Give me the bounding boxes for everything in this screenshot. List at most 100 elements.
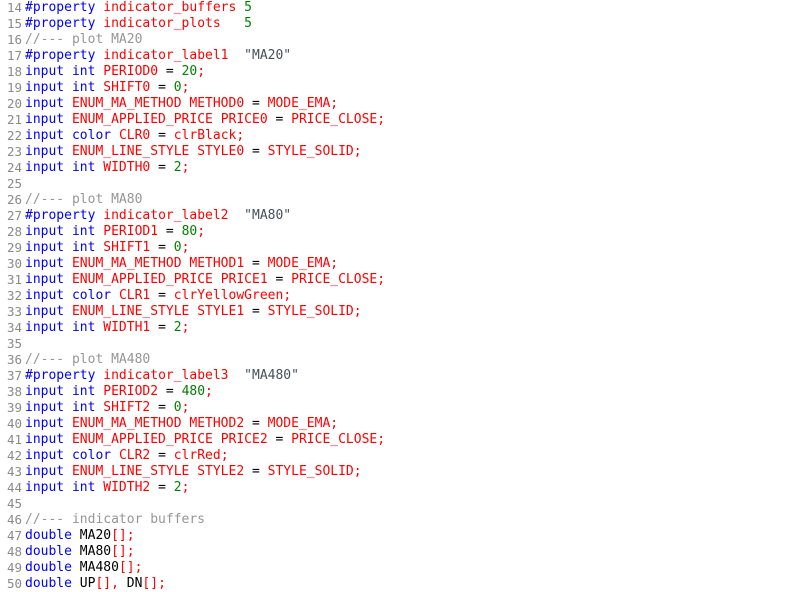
- code-line[interactable]: 31 input ENUM_APPLIED_PRICE PRICE1 = PRIC…: [0, 272, 800, 288]
- token-cmt: //--- plot MA80: [25, 192, 143, 207]
- line-content[interactable]: input ENUM_LINE_STYLE STYLE1 = STYLE_SOL…: [25, 304, 800, 320]
- line-number: 31: [6, 272, 22, 287]
- line-content[interactable]: #property indicator_plots 5: [25, 16, 800, 32]
- line-content[interactable]: double MA80[];: [25, 544, 800, 560]
- token-txt: DN: [126, 576, 143, 591]
- code-line[interactable]: 21 input ENUM_APPLIED_PRICE PRICE0 = PRIC…: [0, 112, 800, 128]
- token-kw: input: [25, 144, 65, 159]
- line-content[interactable]: double UP[], DN[];: [25, 576, 800, 592]
- code-line[interactable]: 30 input ENUM_MA_METHOD METHOD1 = MODE_EM…: [0, 256, 800, 272]
- token-kw: int: [71, 160, 96, 175]
- code-line[interactable]: 43 input ENUM_LINE_STYLE STYLE2 = STYLE_S…: [0, 464, 800, 480]
- line-content[interactable]: #property indicator_label2 "MA80": [25, 208, 800, 224]
- line-content[interactable]: input ENUM_APPLIED_PRICE PRICE0 = PRICE_…: [25, 112, 800, 128]
- code-line[interactable]: 47 double MA20[];: [0, 528, 800, 544]
- line-content[interactable]: #property indicator_buffers 5: [25, 0, 800, 16]
- code-line[interactable]: 22 input color CLR0 = clrBlack;: [0, 128, 800, 144]
- token-id: PRICE2: [220, 432, 268, 447]
- code-line[interactable]: 29 input int SHIFT1 = 0;: [0, 240, 800, 256]
- code-line[interactable]: 32 input color CLR1 = clrYellowGreen;: [0, 288, 800, 304]
- token-op: =: [252, 304, 260, 319]
- line-content[interactable]: //--- indicator buffers: [25, 512, 800, 528]
- code-line[interactable]: 50 double UP[], DN[];: [0, 576, 800, 592]
- code-line[interactable]: 16//--- plot MA20: [0, 32, 800, 48]
- line-content[interactable]: input ENUM_LINE_STYLE STYLE0 = STYLE_SOL…: [25, 144, 800, 160]
- code-line[interactable]: 49 double MA480[];: [0, 560, 800, 576]
- line-number: 42: [6, 448, 22, 463]
- code-line[interactable]: 35: [0, 336, 800, 352]
- line-content[interactable]: input color CLR2 = clrRed;: [25, 448, 800, 464]
- line-content[interactable]: input ENUM_APPLIED_PRICE PRICE1 = PRICE_…: [25, 272, 800, 288]
- code-line[interactable]: 24 input int WIDTH0 = 2;: [0, 160, 800, 176]
- code-line[interactable]: 41 input ENUM_APPLIED_PRICE PRICE2 = PRIC…: [0, 432, 800, 448]
- line-content[interactable]: #property indicator_label1 "MA20": [25, 48, 800, 64]
- code-line[interactable]: 20 input ENUM_MA_METHOD METHOD0 = MODE_EM…: [0, 96, 800, 112]
- code-line[interactable]: 46//--- indicator buffers: [0, 512, 800, 528]
- code-line[interactable]: 33 input ENUM_LINE_STYLE STYLE1 = STYLE_S…: [0, 304, 800, 320]
- code-lines-container[interactable]: 14 #property indicator_buffers 5 15 #proper…: [0, 0, 800, 592]
- code-line[interactable]: 27 #property indicator_label2 "MA80": [0, 208, 800, 224]
- code-line[interactable]: 17 #property indicator_label1 "MA20": [0, 48, 800, 64]
- line-content[interactable]: input color CLR1 = clrYellowGreen;: [25, 288, 800, 304]
- token-id: ENUM_LINE_STYLE: [71, 304, 190, 319]
- code-line[interactable]: 28 input int PERIOD1 = 80;: [0, 224, 800, 240]
- line-content[interactable]: input int PERIOD2 = 480;: [25, 384, 800, 400]
- line-content[interactable]: input int WIDTH0 = 2;: [25, 160, 800, 176]
- line-content[interactable]: //--- plot MA20: [25, 32, 800, 48]
- line-content[interactable]: input int SHIFT0 = 0;: [25, 80, 800, 96]
- token-pun: ;: [353, 304, 362, 319]
- line-content[interactable]: double MA480[];: [25, 560, 800, 576]
- code-line[interactable]: 39 input int SHIFT2 = 0;: [0, 400, 800, 416]
- code-line[interactable]: 18 input int PERIOD0 = 20;: [0, 64, 800, 80]
- line-content[interactable]: double MA20[];: [25, 528, 800, 544]
- line-content[interactable]: input int PERIOD1 = 80;: [25, 224, 800, 240]
- code-line[interactable]: 34 input int WIDTH1 = 2;: [0, 320, 800, 336]
- code-line[interactable]: 23 input ENUM_LINE_STYLE STYLE0 = STYLE_S…: [0, 144, 800, 160]
- line-content[interactable]: input ENUM_APPLIED_PRICE PRICE2 = PRICE_…: [25, 432, 800, 448]
- line-content[interactable]: input int PERIOD0 = 20;: [25, 64, 800, 80]
- token-id: PRICE_CLOSE: [291, 112, 378, 127]
- code-line[interactable]: 44 input int WIDTH2 = 2;: [0, 480, 800, 496]
- token-num: 0: [173, 240, 182, 255]
- line-content[interactable]: input int WIDTH1 = 2;: [25, 320, 800, 336]
- line-content[interactable]: input ENUM_MA_METHOD METHOD1 = MODE_EMA;: [25, 256, 800, 272]
- line-content[interactable]: //--- plot MA80: [25, 192, 800, 208]
- line-content[interactable]: input ENUM_MA_METHOD METHOD0 = MODE_EMA;: [25, 96, 800, 112]
- line-content[interactable]: input ENUM_LINE_STYLE STYLE2 = STYLE_SOL…: [25, 464, 800, 480]
- code-line[interactable]: 26//--- plot MA80: [0, 192, 800, 208]
- code-line[interactable]: 14 #property indicator_buffers 5: [0, 0, 800, 16]
- token-kw: double: [25, 560, 72, 575]
- code-line[interactable]: 19 input int SHIFT0 = 0;: [0, 80, 800, 96]
- line-content[interactable]: input int SHIFT2 = 0;: [25, 400, 800, 416]
- token-op: =: [158, 320, 166, 335]
- line-content[interactable]: input int SHIFT1 = 0;: [25, 240, 800, 256]
- token-kw: int: [71, 384, 96, 399]
- line-content[interactable]: input int WIDTH2 = 2;: [25, 480, 800, 496]
- token-kw: input: [25, 272, 65, 287]
- code-line[interactable]: 38 input int PERIOD2 = 480;: [0, 384, 800, 400]
- token-id: WIDTH2: [103, 480, 151, 495]
- token-kw: input: [25, 96, 65, 111]
- code-line[interactable]: 42 input color CLR2 = clrRed;: [0, 448, 800, 464]
- code-line[interactable]: 48 double MA80[];: [0, 544, 800, 560]
- code-line[interactable]: 40 input ENUM_MA_METHOD METHOD2 = MODE_EM…: [0, 416, 800, 432]
- line-content[interactable]: #property indicator_label3 "MA480": [25, 368, 800, 384]
- code-editor-pane[interactable]: 14 #property indicator_buffers 5 15 #proper…: [0, 0, 800, 592]
- code-line[interactable]: 25: [0, 176, 800, 192]
- line-number: 49: [6, 560, 22, 575]
- line-content[interactable]: //--- plot MA480: [25, 352, 800, 368]
- token-num: 2: [173, 160, 182, 175]
- token-num: 0: [173, 80, 182, 95]
- code-line[interactable]: 15 #property indicator_plots 5: [0, 16, 800, 32]
- code-line[interactable]: 45: [0, 496, 800, 512]
- line-content[interactable]: input color CLR0 = clrBlack;: [25, 128, 800, 144]
- line-content[interactable]: input ENUM_MA_METHOD METHOD2 = MODE_EMA;: [25, 416, 800, 432]
- code-line[interactable]: 36//--- plot MA480: [0, 352, 800, 368]
- code-line[interactable]: 37 #property indicator_label3 "MA480": [0, 368, 800, 384]
